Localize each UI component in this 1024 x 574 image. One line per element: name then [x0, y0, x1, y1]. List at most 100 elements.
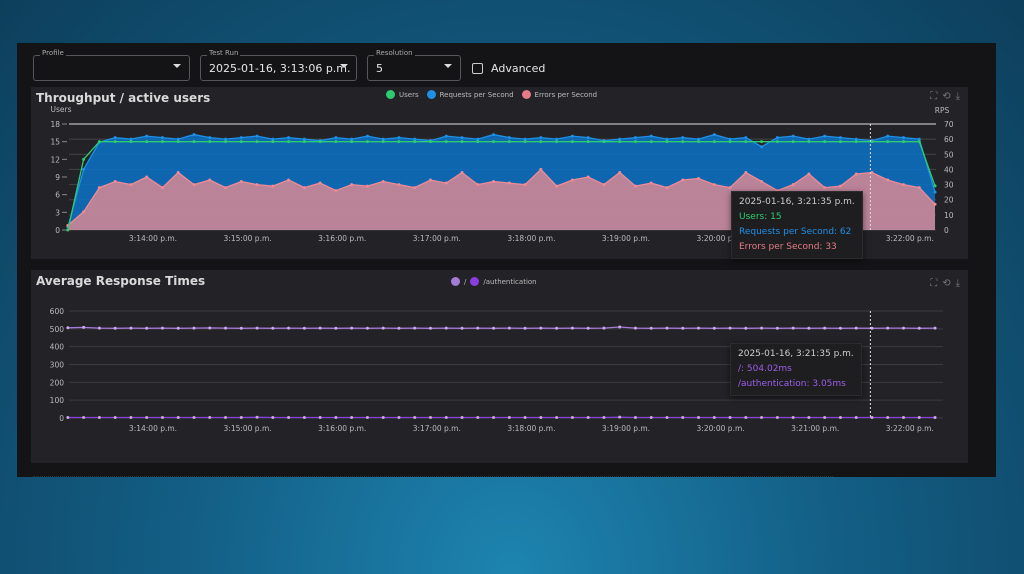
errors-point	[224, 186, 228, 190]
y2-tick-label: 40	[944, 165, 954, 174]
users-point	[886, 140, 890, 144]
series-line	[67, 326, 936, 329]
errors-point	[870, 170, 874, 174]
rps-point	[823, 134, 827, 138]
errors-point	[854, 172, 858, 176]
chevron-down-icon	[340, 64, 348, 68]
series-point	[901, 415, 905, 419]
series-point	[523, 415, 527, 419]
x-tick-label: 3:19:00 p.m.	[602, 234, 650, 243]
series-point	[886, 326, 890, 330]
errors-point	[823, 186, 827, 190]
rps-point	[208, 136, 212, 140]
errors-point	[523, 183, 527, 187]
rps-point	[460, 136, 464, 140]
series-point	[160, 415, 164, 419]
series-point	[239, 415, 243, 419]
users-point	[570, 140, 574, 144]
series-point	[744, 415, 748, 419]
rps-point	[287, 136, 291, 140]
series-point	[224, 415, 228, 419]
x-tick-label: 3:18:00 p.m.	[507, 424, 555, 433]
series-point	[838, 415, 842, 419]
series-point	[271, 326, 275, 330]
series-point	[129, 415, 133, 419]
series-point	[255, 326, 259, 330]
users-point	[838, 140, 842, 144]
users-point	[823, 140, 827, 144]
users-point	[712, 140, 716, 144]
errors-point	[239, 180, 243, 184]
series-point	[854, 326, 858, 330]
errors-point	[917, 186, 921, 190]
series-point	[208, 326, 212, 330]
series-point	[886, 415, 890, 419]
profile-select[interactable]: Profile	[33, 49, 190, 81]
series-point	[145, 326, 149, 330]
errors-point	[302, 186, 306, 190]
errors-point	[145, 175, 149, 179]
series-point	[744, 326, 748, 330]
series-point	[381, 326, 385, 330]
series-point	[791, 415, 795, 419]
rps-point	[901, 136, 905, 140]
errors-point	[318, 181, 322, 185]
users-point	[145, 140, 149, 144]
users-point	[271, 140, 275, 144]
resolution-select[interactable]: Resolution 5	[367, 49, 461, 81]
rps-point	[334, 136, 338, 140]
users-point	[381, 140, 385, 144]
rps-point	[82, 167, 86, 171]
series-point	[287, 415, 291, 419]
series-point	[807, 415, 811, 419]
users-point	[239, 140, 243, 144]
errors-point	[760, 180, 764, 184]
checkbox-icon[interactable]	[472, 63, 483, 74]
rps-point	[681, 136, 685, 140]
rps-point	[744, 136, 748, 140]
errors-point	[791, 183, 795, 187]
series-point	[618, 415, 622, 419]
x-tick-label: 3:14:00 p.m.	[129, 234, 177, 243]
rps-point	[492, 133, 496, 137]
advanced-checkbox[interactable]: Advanced	[472, 62, 545, 75]
series-point	[633, 415, 637, 419]
series-point	[760, 326, 764, 330]
series-point	[649, 326, 653, 330]
series-point	[145, 415, 149, 419]
series-point	[428, 415, 432, 419]
x-tick-label: 3:15:00 p.m.	[224, 424, 272, 433]
series-point	[224, 326, 228, 330]
series-point	[334, 415, 338, 419]
errors-point	[838, 184, 842, 188]
tooltip-users: Users: 15	[739, 212, 782, 222]
y2-tick-label: 20	[944, 196, 954, 205]
test-run-select[interactable]: Test Run 2025-01-16, 3:13:06 p.m.	[200, 49, 357, 81]
series-point	[176, 326, 180, 330]
errors-point	[901, 183, 905, 187]
rps-point	[160, 136, 164, 140]
series-point	[208, 415, 212, 419]
series-point	[413, 415, 417, 419]
y-tick-label: 3	[55, 208, 60, 217]
errors-point	[933, 202, 937, 206]
errors-point	[176, 170, 180, 174]
series-point	[192, 326, 196, 330]
rps-point	[397, 136, 401, 140]
users-point	[854, 140, 858, 144]
series-point	[97, 326, 101, 330]
series-point	[728, 415, 732, 419]
x-tick-label: 3:16:00 p.m.	[318, 424, 366, 433]
rps-point	[539, 136, 543, 140]
y2-tick-label: 30	[944, 181, 954, 190]
series-point	[917, 415, 921, 419]
errors-point	[649, 181, 653, 185]
series-point	[555, 415, 559, 419]
users-point	[476, 140, 480, 144]
y2-tick-label: 50	[944, 150, 954, 159]
rps-point	[586, 136, 590, 140]
series-point	[365, 326, 369, 330]
series-point	[255, 415, 259, 419]
x-tick-label: 3:14:00 p.m.	[129, 424, 177, 433]
series-point	[665, 326, 669, 330]
